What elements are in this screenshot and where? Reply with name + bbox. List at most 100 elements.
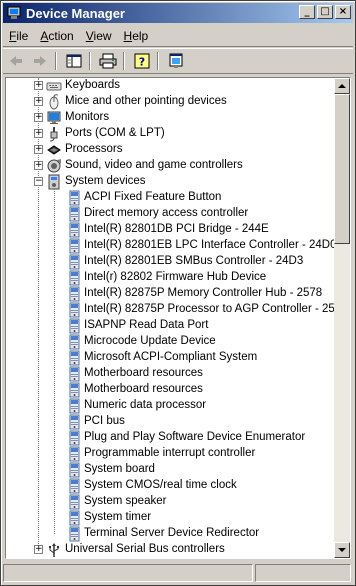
device-item[interactable]: Intel(R) 82875P Processor to AGP Control… — [6, 302, 348, 318]
tree-category[interactable]: + Sound, video and game controllers — [6, 158, 335, 174]
menu-bar: File Action View Help — [3, 25, 353, 47]
show-hide-console-tree-button[interactable] — [63, 50, 85, 72]
device-item[interactable]: PCI bus — [6, 414, 335, 430]
device-item[interactable]: ACPI Fixed Feature Button — [6, 190, 335, 206]
title-bar[interactable]: Device Manager _ □ × — [3, 3, 353, 23]
system-device-icon — [66, 494, 82, 510]
scroll-up-button[interactable] — [334, 78, 350, 94]
status-panel — [255, 564, 351, 582]
device-tree-list: + Keyboards + Mice and other pointing devic… — [6, 78, 348, 558]
menu-help[interactable]: Help — [118, 29, 155, 43]
device-item[interactable]: Programmable interrupt controller — [6, 446, 335, 462]
tree-category[interactable]: + Mice and other pointing devices — [6, 94, 335, 110]
tree-category[interactable]: + Universal Serial Bus controllers — [6, 542, 335, 558]
expand-toggle[interactable]: + — [34, 113, 43, 122]
menu-view[interactable]: View — [80, 29, 118, 43]
device-label: Intel(R) 82875P Processor to AGP Control… — [84, 303, 348, 315]
device-item[interactable]: Direct memory access controller — [6, 206, 335, 222]
tree-category[interactable]: + Monitors — [6, 110, 335, 126]
expand-toggle[interactable]: + — [34, 129, 43, 138]
category-label: Ports (COM & LPT) — [65, 127, 165, 139]
collapse-toggle[interactable]: − — [34, 177, 43, 186]
help-icon: ? — [134, 53, 150, 69]
device-item[interactable]: ISAPNP Read Data Port — [6, 318, 335, 334]
system-device-icon — [66, 430, 82, 446]
forward-button[interactable] — [29, 50, 51, 72]
properties-button[interactable] — [165, 50, 187, 72]
system-device-icon — [66, 238, 82, 254]
expand-toggle[interactable]: + — [34, 545, 43, 554]
monitor-icon — [46, 110, 62, 126]
device-item[interactable]: Intel(R) 82801EB LPC Interface Controlle… — [6, 238, 336, 254]
expand-toggle[interactable]: + — [34, 97, 43, 106]
system-device-icon — [66, 350, 82, 366]
device-label: ISAPNP Read Data Port — [84, 319, 209, 331]
expand-toggle[interactable]: + — [34, 81, 43, 90]
category-label: Sound, video and game controllers — [65, 159, 243, 171]
system-device-icon — [66, 510, 82, 526]
device-item[interactable]: Microcode Update Device — [6, 334, 335, 350]
device-item[interactable]: System board — [6, 462, 335, 478]
device-label: ACPI Fixed Feature Button — [84, 191, 222, 203]
print-button[interactable] — [97, 50, 119, 72]
device-label: Motherboard resources — [84, 367, 203, 379]
system-device-icon — [66, 286, 82, 302]
device-item[interactable]: System timer — [6, 510, 335, 526]
device-item[interactable]: Microsoft ACPI-Compliant System — [6, 350, 335, 366]
expand-toggle[interactable]: + — [34, 145, 43, 154]
scroll-thumb[interactable] — [334, 94, 350, 244]
tree-category-expanded[interactable]: − System devices — [6, 174, 335, 190]
device-item[interactable]: Plug and Play Software Device Enumerator — [6, 430, 335, 446]
svg-text:?: ? — [139, 56, 145, 69]
device-label: System CMOS/real time clock — [84, 479, 237, 491]
tree-category[interactable]: + Processors — [6, 142, 335, 158]
device-label: System speaker — [84, 495, 167, 507]
tree-category[interactable]: + Ports (COM & LPT) — [6, 126, 335, 142]
system-device-icon — [66, 190, 82, 206]
device-item[interactable]: System CMOS/real time clock — [6, 478, 335, 494]
scroll-up-arrow-icon — [338, 84, 346, 88]
toolbar-separator — [89, 52, 91, 70]
device-item[interactable]: Intel(R) 82801DB PCI Bridge - 244E — [6, 222, 335, 238]
toolbar: ? — [3, 48, 353, 74]
category-label: Keyboards — [65, 79, 120, 91]
system-device-icon — [66, 446, 82, 462]
minimize-button[interactable]: _ — [299, 5, 315, 19]
close-button[interactable]: × — [335, 5, 351, 19]
device-item[interactable]: Terminal Server Device Redirector — [6, 526, 335, 542]
keyboard-icon — [46, 78, 62, 94]
mouse-icon — [46, 94, 62, 110]
system-device-icon — [66, 318, 82, 334]
menu-action[interactable]: Action — [34, 29, 79, 43]
device-item[interactable]: System speaker — [6, 494, 335, 510]
device-label: Plug and Play Software Device Enumerator — [84, 431, 306, 443]
device-item[interactable]: Motherboard resources — [6, 382, 335, 398]
category-label: Processors — [65, 143, 123, 155]
tree-category[interactable]: + Keyboards — [6, 78, 335, 94]
device-item[interactable]: Intel(r) 82802 Firmware Hub Device — [6, 270, 335, 286]
help-button[interactable]: ? — [131, 50, 153, 72]
system-device-icon — [66, 270, 82, 286]
back-arrow-icon — [10, 56, 22, 66]
device-item[interactable]: Motherboard resources — [6, 366, 335, 382]
back-button[interactable] — [5, 50, 27, 72]
system-device-icon — [66, 382, 82, 398]
device-tree[interactable]: + Keyboards + Mice and other pointing devic… — [5, 77, 351, 559]
menu-file[interactable]: File — [3, 29, 34, 43]
device-item[interactable]: Numeric data processor — [6, 398, 335, 414]
expand-toggle[interactable]: + — [34, 161, 43, 170]
device-label: Intel(R) 82875P Memory Controller Hub - … — [84, 287, 323, 299]
device-item[interactable]: Intel(R) 82875P Memory Controller Hub - … — [6, 286, 335, 302]
vertical-scrollbar[interactable] — [334, 78, 350, 558]
device-label: Direct memory access controller — [84, 207, 249, 219]
system-device-icon — [66, 462, 82, 478]
system-device-icon — [66, 254, 82, 270]
maximize-button[interactable]: □ — [317, 5, 333, 19]
scroll-down-button[interactable] — [334, 542, 350, 558]
device-item[interactable]: Intel(R) 82801EB SMBus Controller - 24D3 — [6, 254, 335, 270]
device-label: Intel(R) 82801DB PCI Bridge - 244E — [84, 223, 269, 235]
device-label: Motherboard resources — [84, 383, 203, 395]
forward-arrow-icon — [34, 56, 46, 66]
device-label: System timer — [84, 511, 152, 523]
child-connector-line — [54, 188, 55, 534]
